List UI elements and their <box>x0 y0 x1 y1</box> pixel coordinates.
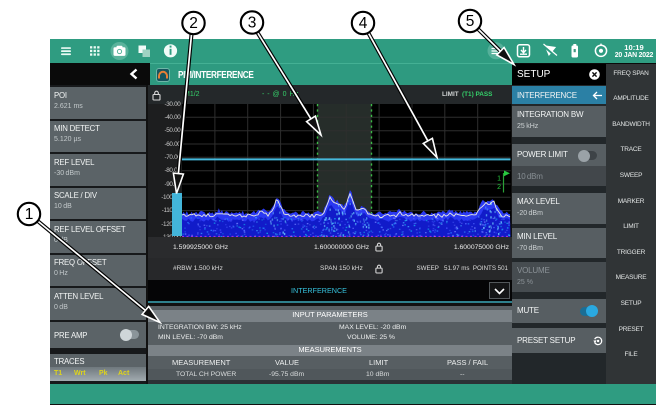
svg-text:4: 4 <box>359 15 368 32</box>
svg-text:1: 1 <box>25 206 34 223</box>
svg-text:5: 5 <box>466 13 475 30</box>
svg-text:3: 3 <box>248 15 257 32</box>
svg-text:2: 2 <box>189 15 198 32</box>
